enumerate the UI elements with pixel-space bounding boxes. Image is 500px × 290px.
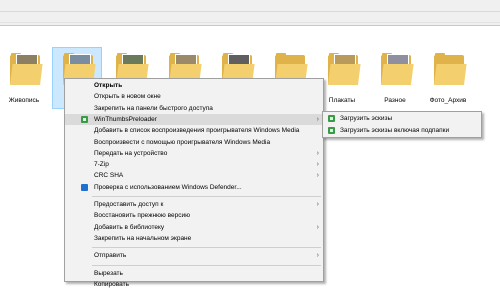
folder-item[interactable]: Живопись: [0, 48, 48, 108]
folder-item[interactable]: Разное: [371, 48, 419, 108]
winthumbspreloader-icon: [81, 115, 88, 123]
submenu-arrow-icon: ›: [316, 161, 319, 169]
menu-item[interactable]: Отправить ›: [65, 250, 323, 261]
menu-item[interactable]: Добавить в список воспроизведения проигр…: [65, 125, 323, 136]
menu-item-label: Добавить в список воспроизведения проигр…: [94, 127, 300, 135]
submenu-arrow-icon: ›: [316, 115, 319, 123]
folder-item[interactable]: Плакаты: [318, 48, 366, 108]
submenu-arrow-icon: ›: [316, 172, 319, 180]
menu-item-label: WinThumbsPreloader: [94, 115, 157, 123]
menu-item[interactable]: Воспроизвести с помощью проигрывателя Wi…: [65, 137, 323, 148]
menu-item[interactable]: Восстановить прежнюю версию: [65, 210, 323, 221]
menu-item-label: Отправить: [94, 252, 127, 260]
menu-item-label: Восстановить прежнюю версию: [94, 212, 190, 220]
folder-name: Разное: [384, 97, 406, 104]
menu-item-label: Закрепить на панели быстрого доступа: [94, 104, 213, 112]
menu-item-label: Предоставить доступ к: [94, 201, 164, 208]
folder-name: Живопись: [8, 97, 40, 104]
menu-item-label: Добавить в библиотеку: [94, 223, 165, 231]
menu-item[interactable]: Загрузить эскизы: [323, 113, 481, 124]
menu-item[interactable]: Передать на устройство ›: [65, 148, 323, 159]
menu-item-label: Копировать: [94, 280, 129, 288]
menu-item[interactable]: Добавить в библиотеку ›: [65, 222, 323, 233]
menu-item[interactable]: Открыть: [65, 80, 323, 91]
submenu-arrow-icon: ›: [316, 223, 319, 231]
explorer-toolbar: [0, 0, 500, 26]
menu-item[interactable]: Предоставить доступ к ›: [65, 199, 323, 210]
menu-item-label: Закрепить на начальном экране: [94, 234, 192, 242]
menu-item-label: Проверка с использованием Windows Defend…: [94, 183, 242, 191]
menu-item-label: Воспроизвести с помощью проигрывателя Wi…: [94, 138, 271, 146]
menu-item[interactable]: CRC SHA ›: [65, 170, 323, 181]
folder-item[interactable]: Фото_Архив: [424, 48, 472, 108]
menu-item[interactable]: 7-Zip ›: [65, 159, 323, 170]
folder-icon: [10, 53, 43, 85]
menu-item-label: Открыть: [94, 82, 123, 89]
menu-separator: [92, 196, 321, 197]
submenu-arrow-icon: ›: [316, 149, 319, 157]
submenu-arrow-icon: ›: [316, 252, 319, 260]
menu-separator: [92, 247, 321, 249]
menu-item-label: Загрузить эскизы: [340, 115, 393, 122]
submenu-arrow-icon: ›: [316, 201, 319, 208]
folder-icon: [381, 53, 414, 85]
menu-item-label: Открыть в новом окне: [94, 93, 161, 101]
context-menu: Открыть Открыть в новом окне Закрепить на …: [64, 78, 324, 288]
folder-name: Фото_Архив: [429, 97, 467, 104]
menu-item-label: Передать на устройство: [94, 149, 168, 157]
windows-defender-icon: [81, 183, 88, 191]
folder-icon: [434, 53, 467, 85]
menu-item[interactable]: WinThumbsPreloader ›: [65, 113, 323, 125]
menu-separator: [92, 264, 321, 266]
menu-item-label: Загрузить эскизы включая подпапки: [340, 126, 450, 134]
folder-icon: [328, 53, 361, 85]
winthumbspreloader-icon: [328, 115, 335, 122]
menu-item[interactable]: Загрузить эскизы включая подпапки: [323, 125, 481, 136]
winthumbs-submenu: Загрузить эскизы Загрузить эскизы включая…: [322, 111, 482, 138]
menu-item-label: CRC SHA: [94, 172, 124, 180]
menu-item-label: 7-Zip: [94, 161, 109, 169]
menu-item-label: Вырезать: [94, 269, 123, 277]
menu-item[interactable]: Закрепить на панели быстрого доступа: [65, 103, 323, 114]
menu-item[interactable]: Копировать: [65, 279, 323, 290]
menu-item[interactable]: Открыть в новом окне: [65, 91, 323, 102]
menu-item[interactable]: Вырезать: [65, 268, 323, 279]
menu-item[interactable]: Проверка с использованием Windows Defend…: [65, 182, 323, 193]
menu-item[interactable]: Закрепить на начальном экране: [65, 233, 323, 244]
winthumbspreloader-icon: [328, 126, 335, 134]
